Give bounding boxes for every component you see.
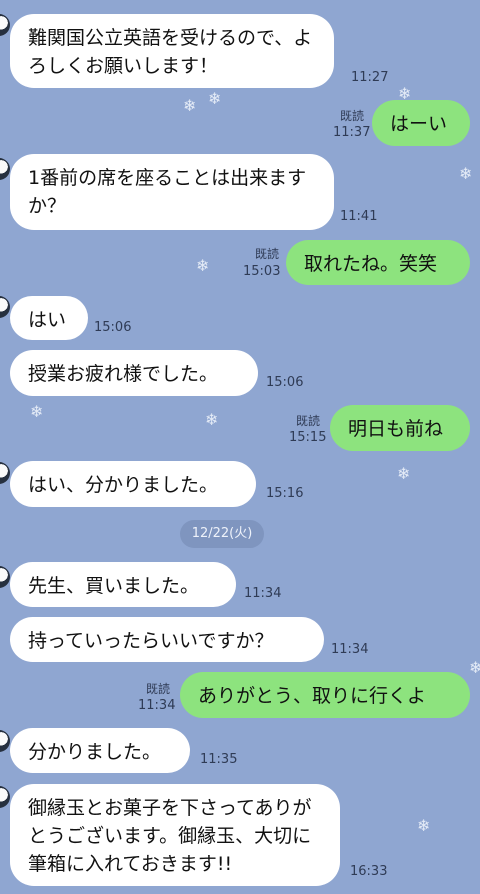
message-bubble[interactable]: ありがとう、取りに行くよ (180, 672, 470, 718)
snowflake-icon: ❄ (417, 816, 431, 835)
message-time: 11:35 (200, 752, 238, 767)
message-bubble[interactable]: はい、分かりました。 (10, 461, 256, 507)
message-time: 11:34 (244, 586, 282, 601)
message-time: 15:16 (266, 486, 304, 501)
date-divider: 12/22(火) (180, 520, 264, 548)
avatar[interactable] (0, 730, 10, 752)
snowflake-icon: ❄ (196, 256, 210, 275)
message-time: 11:41 (340, 209, 378, 224)
message-bubble[interactable]: はーい (372, 100, 470, 146)
message-bubble[interactable]: 御縁玉とお菓子を下さってありがとうございます。御縁玉、大切に筆箱に入れておきます… (10, 784, 340, 886)
message-bubble[interactable]: 取れたね。笑笑 (286, 240, 470, 285)
message-time: 11:27 (351, 70, 389, 85)
message-bubble[interactable]: 授業お疲れ様でした。 (10, 350, 258, 396)
avatar[interactable] (0, 786, 10, 808)
message-time: 11:34 (138, 698, 176, 713)
message-bubble[interactable]: 先生、買いました。 (10, 562, 236, 607)
message-time: 11:37 (333, 125, 371, 140)
read-status: 既読 (340, 109, 365, 123)
avatar[interactable] (0, 14, 10, 36)
snowflake-icon: ❄ (30, 402, 44, 421)
read-status: 既読 (296, 414, 321, 428)
read-status: 既読 (255, 247, 280, 261)
snowflake-icon: ❄ (469, 658, 480, 677)
message-bubble[interactable]: はい (10, 296, 88, 340)
snowflake-icon: ❄ (208, 89, 222, 108)
snowflake-icon: ❄ (459, 164, 473, 183)
message-bubble[interactable]: 明日も前ね (330, 405, 470, 451)
snowflake-icon: ❄ (183, 96, 197, 115)
message-time: 11:34 (331, 642, 369, 657)
message-bubble[interactable]: 1番前の席を座ることは出来ますか？ (10, 154, 334, 230)
snowflake-icon: ❄ (205, 410, 219, 429)
message-bubble[interactable]: 持っていったらいいですか？ (10, 617, 324, 662)
message-time: 16:33 (350, 864, 388, 879)
avatar[interactable] (0, 566, 10, 588)
read-status: 既読 (146, 682, 171, 696)
avatar[interactable] (0, 296, 10, 318)
message-time: 15:06 (266, 375, 304, 390)
snowflake-icon: ❄ (397, 464, 411, 483)
message-time: 15:15 (289, 430, 327, 445)
avatar[interactable] (0, 158, 10, 180)
chat-area[interactable]: ❄ ❄ ❄ ❄ ❄ ❄ ❄ ❄ ❄ ❄ 難関国公立英語を受けるので、よろしくお願… (0, 0, 480, 894)
message-bubble[interactable]: 分かりました。 (10, 728, 190, 773)
message-time: 15:03 (243, 264, 281, 279)
message-time: 15:06 (94, 320, 132, 335)
message-bubble[interactable]: 難関国公立英語を受けるので、よろしくお願いします！ (10, 14, 334, 88)
avatar[interactable] (0, 462, 10, 484)
